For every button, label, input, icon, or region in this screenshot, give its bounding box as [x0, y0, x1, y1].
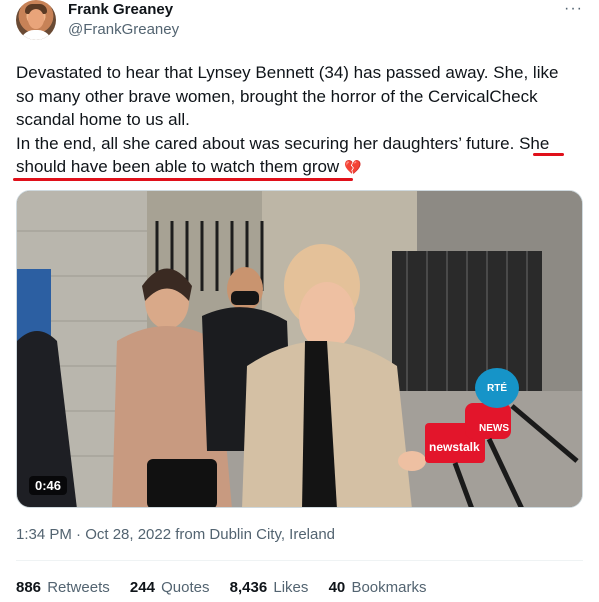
tweet-text-line: should have been able to watch them grow… — [16, 155, 586, 180]
bookmarks-stat[interactable]: 40 Bookmarks — [329, 579, 427, 596]
quotes-stat[interactable]: 244 Quotes — [130, 579, 210, 596]
red-underline-annotation — [13, 178, 353, 181]
broken-heart-icon: 💔 — [343, 159, 362, 175]
likes-count: 8,436 — [229, 579, 268, 596]
bookmarks-count: 40 — [328, 579, 346, 596]
likes-stat[interactable]: 8,436 Likes — [230, 579, 309, 596]
bookmarks-label: Bookmarks — [351, 579, 427, 596]
quotes-count: 244 — [129, 579, 155, 596]
tweet-text-line: so many other brave women, brought the h… — [16, 86, 538, 106]
tweet-text-line-end: should have been able to watch them grow — [16, 157, 340, 176]
red-underline-annotation — [533, 153, 564, 156]
video-thumbnail: newstalk NEWS RTÉ — [17, 191, 582, 507]
news-mic-label: NEWS — [479, 423, 509, 434]
newstalk-mic-label: newstalk — [429, 440, 480, 454]
more-options-icon[interactable]: ··· — [564, 0, 583, 18]
divider — [16, 560, 583, 561]
tweet-text: Devastated to hear that Lynsey Bennett (… — [16, 61, 586, 180]
tweet-text-line: Devastated to hear that Lynsey Bennett (… — [16, 63, 559, 82]
rte-mic-label: RTÉ — [487, 381, 507, 394]
tweet-text-line: scandal home to us all. — [16, 110, 190, 129]
tweet-text-line: In the end, all she cared about was secu… — [16, 133, 550, 153]
quotes-label: Quotes — [161, 579, 210, 596]
retweets-label: Retweets — [47, 579, 110, 596]
video-duration-badge: 0:46 — [29, 476, 68, 495]
author-handle[interactable]: @FrankGreaney — [68, 21, 179, 38]
tweet: Frank Greaney @FrankGreaney ··· Devastat… — [0, 0, 599, 602]
video-player[interactable]: newstalk NEWS RTÉ 0:46 — [16, 190, 583, 508]
retweets-count: 886 — [16, 579, 42, 596]
tweet-stats: 886 Retweets 244 Quotes 8,436 Likes 40 B… — [16, 579, 442, 596]
tweet-timestamp[interactable]: 1:34 PM · Oct 28, 2022 from Dublin City,… — [16, 526, 335, 543]
likes-label: Likes — [273, 579, 309, 596]
author-name[interactable]: Frank Greaney — [68, 1, 173, 18]
retweets-stat[interactable]: 886 Retweets — [16, 579, 110, 596]
author-avatar[interactable] — [16, 0, 56, 40]
